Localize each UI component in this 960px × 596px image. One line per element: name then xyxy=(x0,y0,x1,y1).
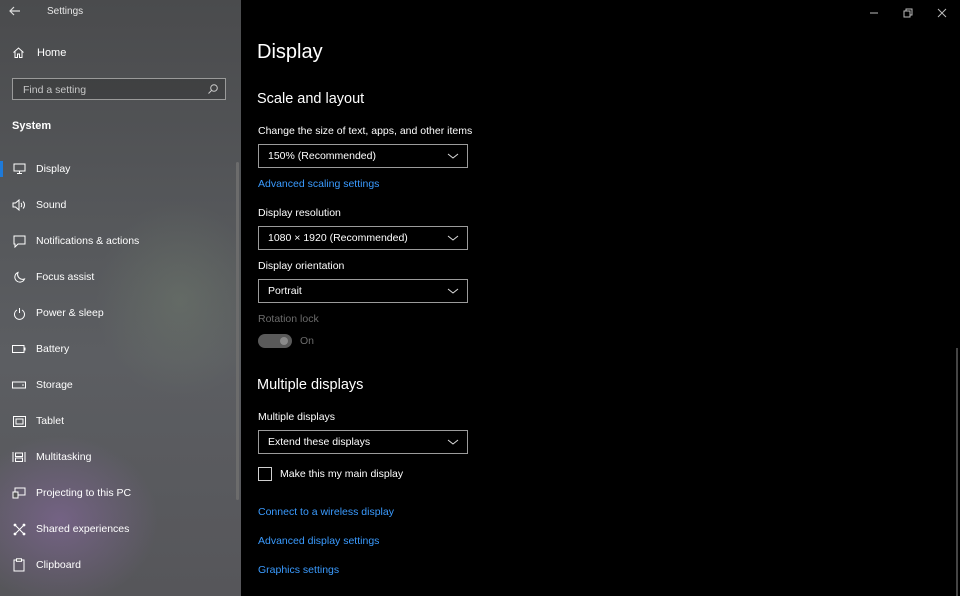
chevron-down-icon xyxy=(447,153,459,159)
chevron-down-icon xyxy=(447,439,459,445)
orientation-value: Portrait xyxy=(268,285,302,297)
tablet-icon xyxy=(12,414,26,428)
sidebar-item-shared-experiences[interactable]: Shared experiences xyxy=(0,511,238,547)
monitor-icon xyxy=(12,162,26,176)
sidebar-item-clipboard[interactable]: Clipboard xyxy=(0,547,238,583)
storage-icon xyxy=(12,378,26,392)
shared-icon xyxy=(12,522,26,536)
sidebar-item-display[interactable]: Display xyxy=(0,151,238,187)
search-icon[interactable] xyxy=(207,83,219,95)
sidebar-item-label: Shared experiences xyxy=(36,523,130,535)
sidebar-scrollbar[interactable] xyxy=(236,162,239,500)
sidebar-item-label: Tablet xyxy=(36,415,65,427)
main-scrollbar[interactable] xyxy=(956,348,958,596)
sidebar-item-label: Display xyxy=(36,163,71,175)
section-title: System xyxy=(12,120,52,132)
sidebar-item-projecting[interactable]: Projecting to this PC xyxy=(0,475,238,511)
battery-icon xyxy=(12,342,26,356)
power-icon xyxy=(12,306,26,320)
resolution-value: 1080 × 1920 (Recommended) xyxy=(268,232,408,244)
scale-size-label: Change the size of text, apps, and other… xyxy=(258,125,473,137)
sidebar-item-multitasking[interactable]: Multitasking xyxy=(0,439,238,475)
home-icon xyxy=(13,47,24,58)
back-button[interactable] xyxy=(8,4,28,22)
home-label: Home xyxy=(37,46,67,59)
sidebar-item-label: Clipboard xyxy=(36,559,81,571)
rotation-lock-label: Rotation lock xyxy=(258,313,319,325)
search-input[interactable] xyxy=(21,83,205,97)
sidebar-item-battery[interactable]: Battery xyxy=(0,331,238,367)
sidebar-item-label: Battery xyxy=(36,343,70,355)
advanced-display-link[interactable]: Advanced display settings xyxy=(258,535,379,547)
main-display-checkbox[interactable] xyxy=(258,467,272,481)
multiple-displays-value: Extend these displays xyxy=(268,436,371,448)
close-icon xyxy=(937,8,947,18)
home-link[interactable]: Home xyxy=(12,46,66,59)
restore-button[interactable] xyxy=(892,4,924,22)
sidebar-item-power-sleep[interactable]: Power & sleep xyxy=(0,295,238,331)
wireless-display-link[interactable]: Connect to a wireless display xyxy=(258,506,394,518)
sidebar-item-label: Notifications & actions xyxy=(36,235,140,247)
search-box[interactable] xyxy=(12,78,226,100)
scale-value: 150% (Recommended) xyxy=(268,150,376,162)
sidebar-item-tablet[interactable]: Tablet xyxy=(0,403,238,439)
sidebar-item-focus-assist[interactable]: Focus assist xyxy=(0,259,238,295)
moon-icon xyxy=(12,270,26,284)
minimize-icon xyxy=(870,12,878,14)
main-content: Display Scale and layout Change the size… xyxy=(241,0,960,596)
app-title: Settings xyxy=(47,6,84,17)
scale-dropdown[interactable]: 150% (Recommended) xyxy=(258,144,468,168)
multitasking-icon xyxy=(12,450,26,464)
sidebar-item-sound[interactable]: Sound xyxy=(0,187,238,223)
back-arrow-icon xyxy=(9,6,20,16)
sidebar: Settings Home System Display Sound Notif… xyxy=(0,0,241,596)
sidebar-item-storage[interactable]: Storage xyxy=(0,367,238,403)
toggle-knob xyxy=(280,337,288,345)
titlebar: Settings xyxy=(0,0,241,26)
sidebar-item-label: Sound xyxy=(36,199,67,211)
scale-layout-heading: Scale and layout xyxy=(257,91,365,107)
chevron-down-icon xyxy=(447,288,459,294)
chevron-down-icon xyxy=(447,235,459,241)
orientation-dropdown[interactable]: Portrait xyxy=(258,279,468,303)
multiple-displays-dropdown[interactable]: Extend these displays xyxy=(258,430,468,454)
page-title: Display xyxy=(257,41,323,63)
advanced-scaling-link[interactable]: Advanced scaling settings xyxy=(258,178,379,190)
resolution-label: Display resolution xyxy=(258,207,341,219)
sidebar-item-notifications[interactable]: Notifications & actions xyxy=(0,223,238,259)
speaker-icon xyxy=(12,198,26,212)
sidebar-item-label: Projecting to this PC xyxy=(36,487,132,499)
close-button[interactable] xyxy=(926,4,958,22)
orientation-label: Display orientation xyxy=(258,260,345,272)
restore-icon xyxy=(903,8,913,18)
sidebar-item-label: Power & sleep xyxy=(36,307,104,319)
graphics-settings-link[interactable]: Graphics settings xyxy=(258,564,339,576)
main-display-label[interactable]: Make this my main display xyxy=(280,468,403,480)
clipboard-icon xyxy=(12,558,26,572)
minimize-button[interactable] xyxy=(858,4,890,22)
rotation-lock-toggle[interactable] xyxy=(258,334,292,348)
projecting-icon xyxy=(12,486,26,500)
sidebar-item-label: Storage xyxy=(36,379,73,391)
sidebar-item-label: Multitasking xyxy=(36,451,92,463)
multiple-displays-label: Multiple displays xyxy=(258,411,336,423)
notification-icon xyxy=(12,234,26,248)
resolution-dropdown[interactable]: 1080 × 1920 (Recommended) xyxy=(258,226,468,250)
sidebar-item-label: Focus assist xyxy=(36,271,95,283)
multiple-displays-heading: Multiple displays xyxy=(257,377,364,393)
rotation-lock-state: On xyxy=(300,335,315,347)
